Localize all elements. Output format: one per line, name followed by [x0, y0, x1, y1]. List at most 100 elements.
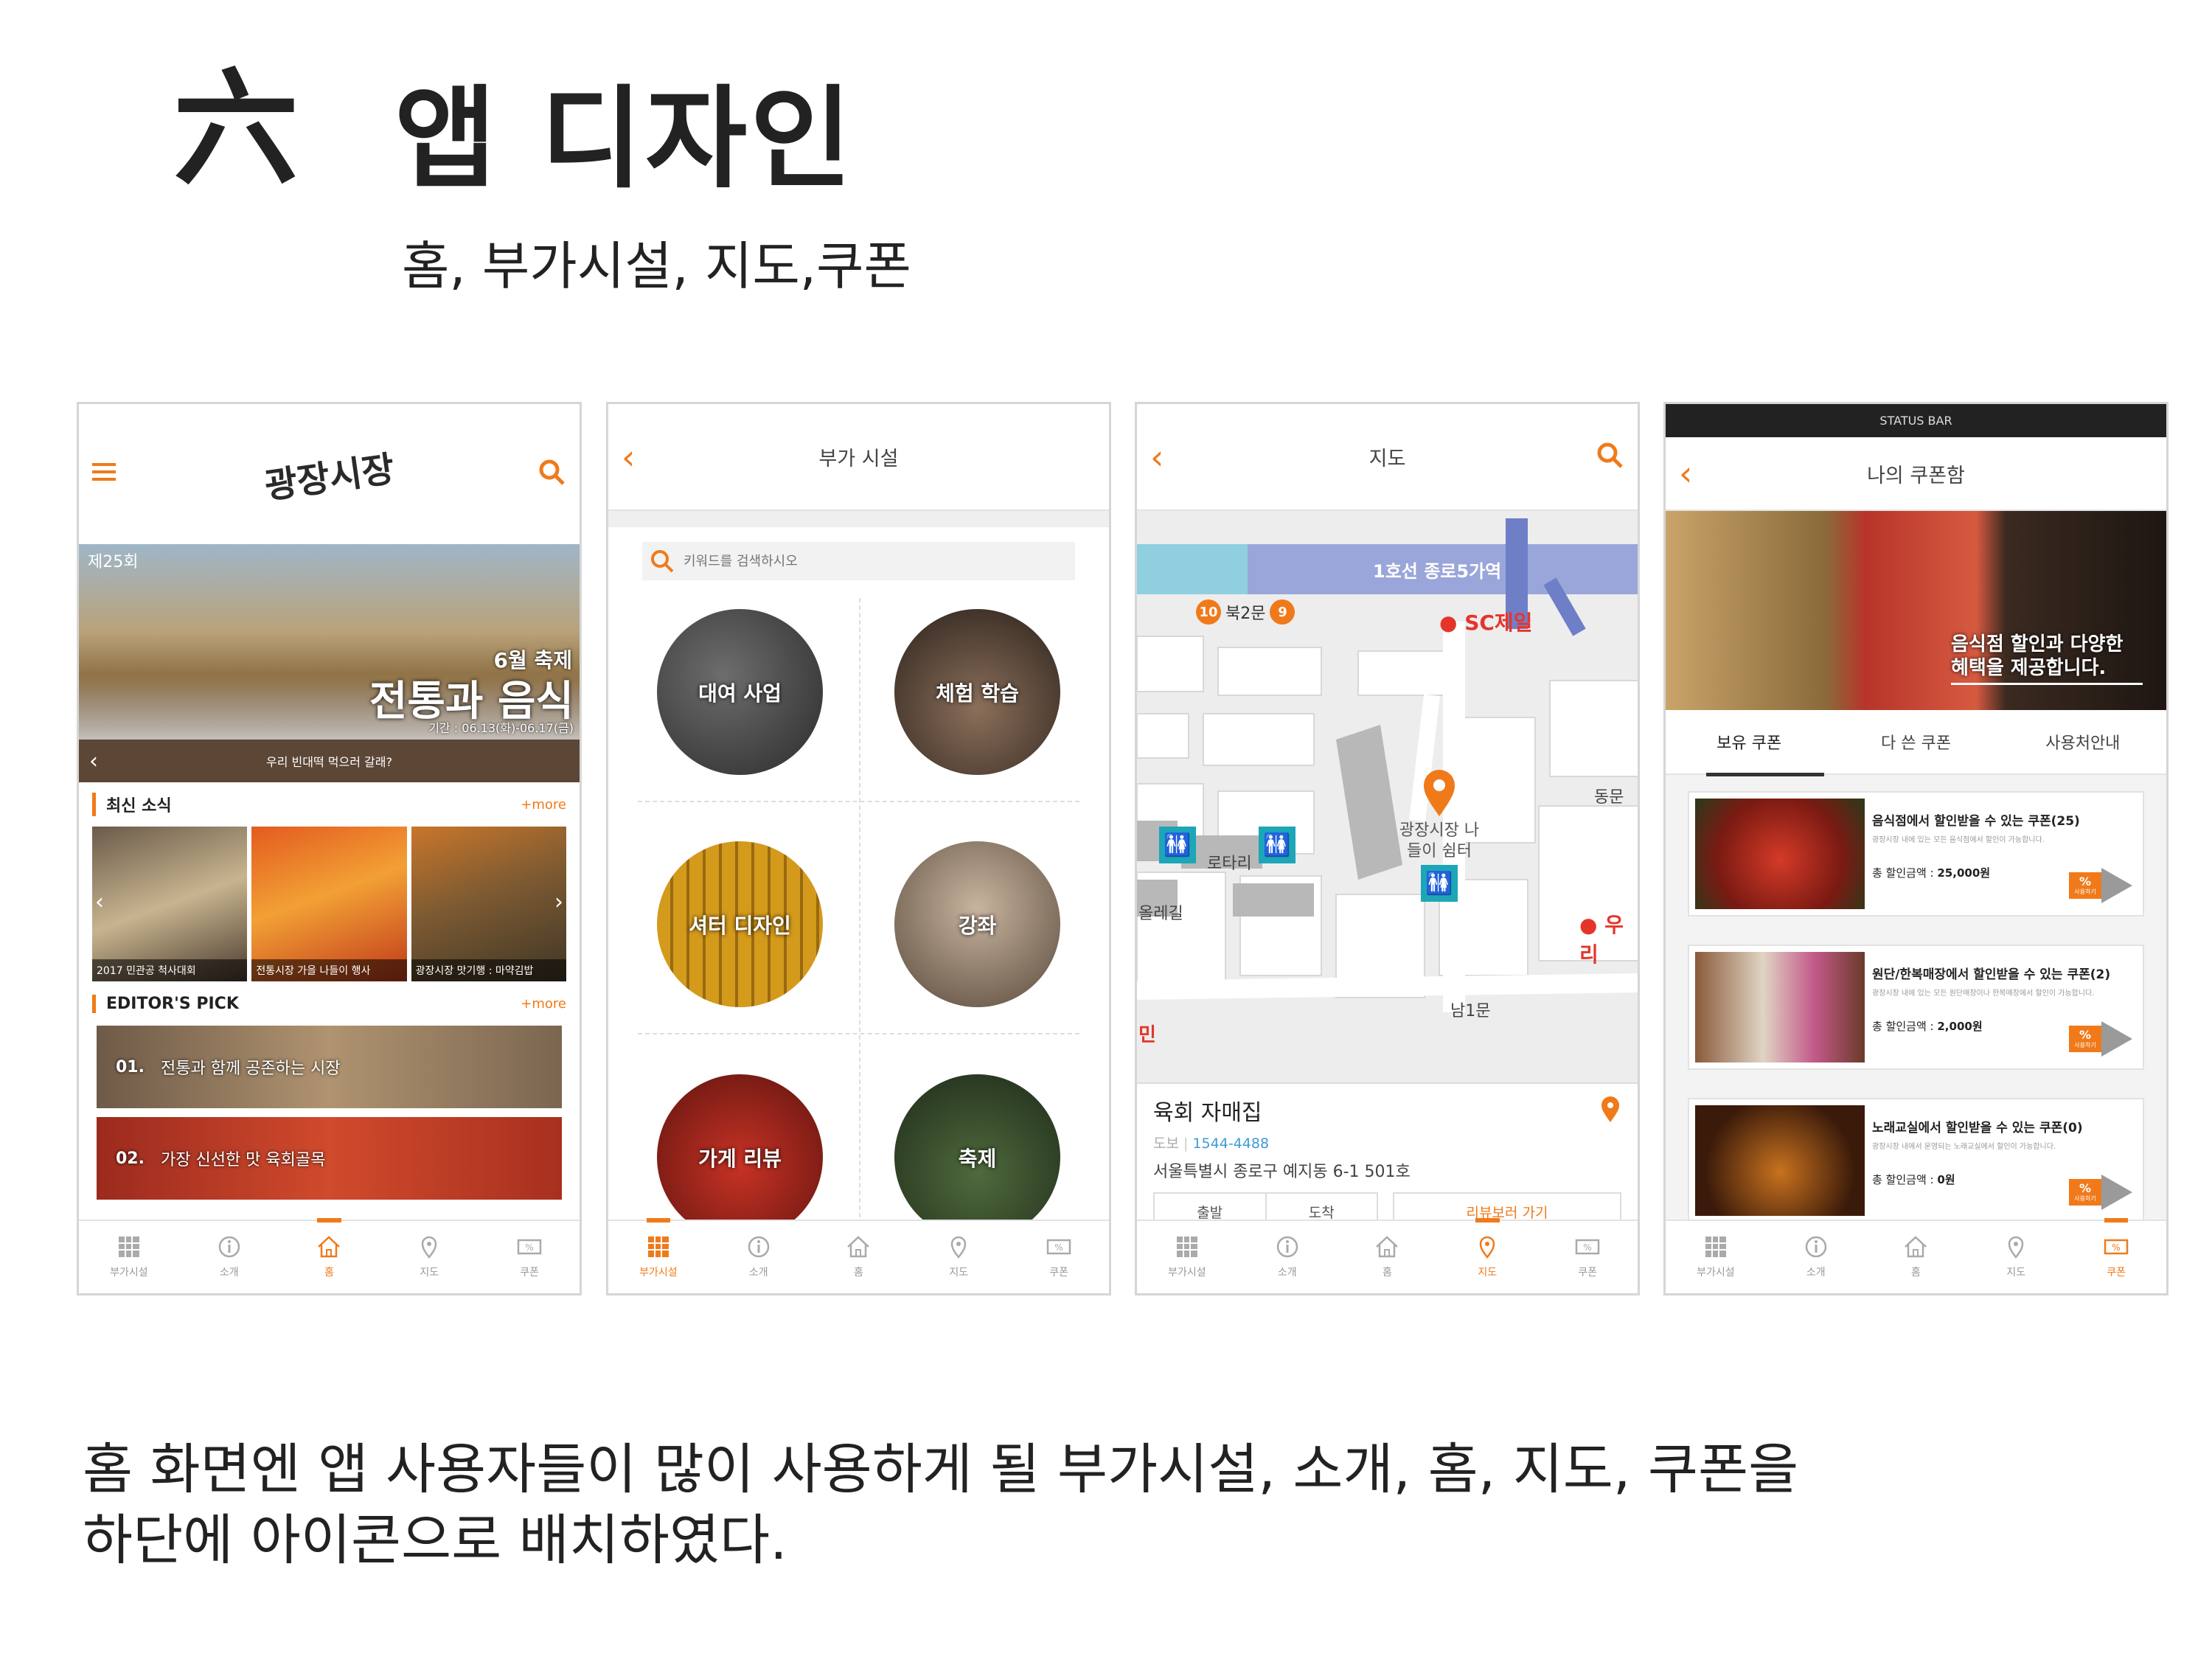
facility-label: 축제 — [958, 1146, 997, 1171]
tab-facilities[interactable]: 부가시설 — [1137, 1221, 1237, 1293]
rotary-label: 로타리 — [1207, 855, 1252, 873]
map-view[interactable]: 1호선 종로5가역 10 북2문 9 ● SC제일 동문 🚻 🚻 로타리 광장시… — [1137, 511, 1638, 1082]
tab-facilities[interactable]: 부가시설 — [79, 1221, 179, 1293]
coupon-desc: 광장시장 내에 있는 모든 원단매장이나 한복매장에서 할인이 가능합니다. — [1872, 990, 2095, 998]
tab-home[interactable]: 홈 — [1338, 1221, 1438, 1293]
coupon-amount: 25,000원 — [1937, 866, 1991, 880]
tab-usage-guide[interactable]: 사용처안내 — [2000, 730, 2166, 754]
map-pin-icon — [422, 1236, 437, 1259]
tab-label: 소개 — [748, 1267, 768, 1279]
coupon-card[interactable]: 원단/한복매장에서 할인받을 수 있는 쿠폰(2) 광장시장 내에 있는 모든 … — [1688, 945, 2144, 1070]
tab-label: 지도 — [2006, 1267, 2026, 1279]
place-pin-icon[interactable] — [1599, 1096, 1621, 1127]
tab-label: 부가시설 — [639, 1267, 678, 1279]
location-pin-icon[interactable] — [1421, 769, 1458, 821]
map-pin-icon — [1480, 1236, 1495, 1259]
menu-icon[interactable] — [92, 462, 116, 485]
pick-number: 01. — [116, 1057, 145, 1077]
pick-number: 02. — [116, 1149, 145, 1168]
tab-about[interactable]: 소개 — [709, 1221, 809, 1293]
map-header: ‹ 지도 — [1137, 404, 1638, 511]
back-icon[interactable]: ‹ — [1679, 453, 1692, 493]
news-title: 최신 소식 — [92, 793, 172, 816]
pick-card[interactable]: 02. 가장 신선한 맛 육회골목 — [97, 1117, 562, 1200]
use-coupon-button[interactable]: % 사용하기 — [2069, 1175, 2132, 1210]
tab-label: 홈 — [1911, 1267, 1921, 1279]
exit-number: 9 — [1270, 599, 1295, 625]
place-card[interactable]: 육회 자매집 도보 | 1544-4488 서울특별시 종로구 예지동 6-1 … — [1137, 1082, 1638, 1231]
page-title: 앱 디자인 — [394, 73, 855, 204]
facility-store-review[interactable]: 가게 리뷰 — [657, 1074, 823, 1240]
tab-map[interactable]: 지도 — [379, 1221, 479, 1293]
tab-owned-coupons[interactable]: 보유 쿠폰 — [1666, 730, 1832, 754]
tab-about[interactable]: 소개 — [1766, 1221, 1866, 1293]
coupon-desc: 광장시장 내에 있는 모든 음식점에서 할인이 가능합니다. — [1872, 836, 2045, 844]
tab-home[interactable]: 홈 — [809, 1221, 909, 1293]
festival-banner[interactable]: 제25회 6월 축제 전통과 음식 기간 : 06.13(화)-06.17(금) — [79, 544, 580, 740]
search-bar[interactable] — [642, 542, 1075, 580]
pick-card[interactable]: 01. 전통과 함께 공존하는 시장 — [97, 1026, 562, 1108]
news-carousel[interactable]: ‹ 2017 민관공 척사대회 전통시장 가을 나들이 행사 › 광장시장 맛기… — [79, 827, 580, 981]
grid-icon — [647, 1237, 669, 1257]
badge-label: 사용하기 — [2074, 1194, 2096, 1202]
coupon-card[interactable]: 음식점에서 할인받을 수 있는 쿠폰(25) 광장시장 내에 있는 모든 음식점… — [1688, 791, 2144, 917]
tab-coupon[interactable]: % 쿠폰 — [2066, 1218, 2166, 1293]
picks-title: EDITOR'S PICK — [92, 994, 239, 1013]
use-coupon-button[interactable]: % 사용하기 — [2069, 868, 2132, 903]
facility-class[interactable]: 강좌 — [894, 841, 1060, 1007]
exit-marker: 10 북2문 9 — [1196, 599, 1295, 625]
facility-experience[interactable]: 체험 학습 — [894, 609, 1060, 775]
tab-bar: 부가시설 소개 홈 지도 % 쿠폰 — [1137, 1218, 1638, 1293]
picks-more-link[interactable]: +more — [521, 996, 566, 1012]
carousel-prev-icon[interactable]: ‹ — [95, 889, 104, 915]
ticker-prev-icon[interactable]: ‹ — [89, 748, 98, 774]
coupon-badge: % — [2079, 1180, 2092, 1195]
tab-coupon[interactable]: % 쿠폰 — [1537, 1221, 1638, 1293]
search-input[interactable] — [684, 553, 978, 569]
use-coupon-button[interactable]: % 사용하기 — [2069, 1021, 2132, 1057]
tab-map[interactable]: 지도 — [1437, 1218, 1537, 1293]
screen-title: 부가 시설 — [818, 448, 899, 470]
news-ticker[interactable]: ‹ 우리 빈대떡 먹으러 갈래? — [79, 740, 580, 782]
tab-coupon[interactable]: % 쿠폰 — [1009, 1221, 1109, 1293]
home-header: 광장시장 — [79, 404, 580, 544]
tab-about[interactable]: 소개 — [1237, 1221, 1338, 1293]
place-phone[interactable]: 1544-4488 — [1192, 1135, 1269, 1152]
tab-facilities[interactable]: 부가시설 — [1666, 1221, 1766, 1293]
news-card[interactable]: 전통시장 가을 나들이 행사 — [251, 827, 407, 981]
restroom-icon: 🚻 — [1159, 827, 1196, 863]
logo-text: 광장시장 — [262, 448, 397, 507]
screen-title: 지도 — [1368, 448, 1406, 470]
news-card[interactable]: › 광장시장 맛기행 : 마약김밥 — [411, 827, 566, 981]
back-icon[interactable]: ‹ — [1150, 437, 1164, 477]
tab-about[interactable]: 소개 — [179, 1221, 279, 1293]
tab-used-coupons[interactable]: 다 쓴 쿠폰 — [1832, 730, 1999, 754]
tab-map[interactable]: 지도 — [1966, 1221, 2066, 1293]
tab-map[interactable]: 지도 — [908, 1221, 1009, 1293]
coupon-badge: % — [2079, 874, 2092, 888]
tab-home[interactable]: 홈 — [279, 1218, 380, 1293]
facility-rental[interactable]: 대여 사업 — [657, 609, 823, 775]
facility-shutter-design[interactable]: 셔터 디자인 — [657, 841, 823, 1007]
road-label: 올레길 — [1138, 905, 1183, 923]
home-icon — [318, 1236, 341, 1258]
badge-label: 사용하기 — [2074, 1041, 2096, 1048]
picks-section-header: EDITOR'S PICK +more — [79, 981, 580, 1026]
facility-festival[interactable]: 축제 — [894, 1074, 1060, 1240]
search-icon[interactable] — [538, 459, 566, 490]
search-icon[interactable] — [1596, 442, 1624, 473]
coupon-card[interactable]: 노래교실에서 할인받을 수 있는 쿠폰(0) 광장시장 내에서 운영되는 노래교… — [1688, 1098, 2144, 1223]
south-gate-label: 남1문 — [1450, 1002, 1491, 1020]
back-icon[interactable]: ‹ — [622, 437, 635, 477]
pick-text: 전통과 함께 공존하는 시장 — [160, 1060, 341, 1078]
carousel-next-icon[interactable]: › — [554, 889, 563, 915]
svg-text:%: % — [1054, 1242, 1062, 1253]
info-icon — [1276, 1236, 1298, 1258]
tab-home[interactable]: 홈 — [1866, 1221, 1966, 1293]
grid-icon — [1705, 1237, 1726, 1257]
news-more-link[interactable]: +more — [521, 797, 566, 813]
news-card[interactable]: ‹ 2017 민관공 척사대회 — [92, 827, 248, 981]
news-section-header: 최신 소식 +more — [79, 782, 580, 827]
tab-coupon[interactable]: % 쿠폰 — [479, 1221, 580, 1293]
tab-facilities[interactable]: 부가시설 — [608, 1218, 709, 1293]
